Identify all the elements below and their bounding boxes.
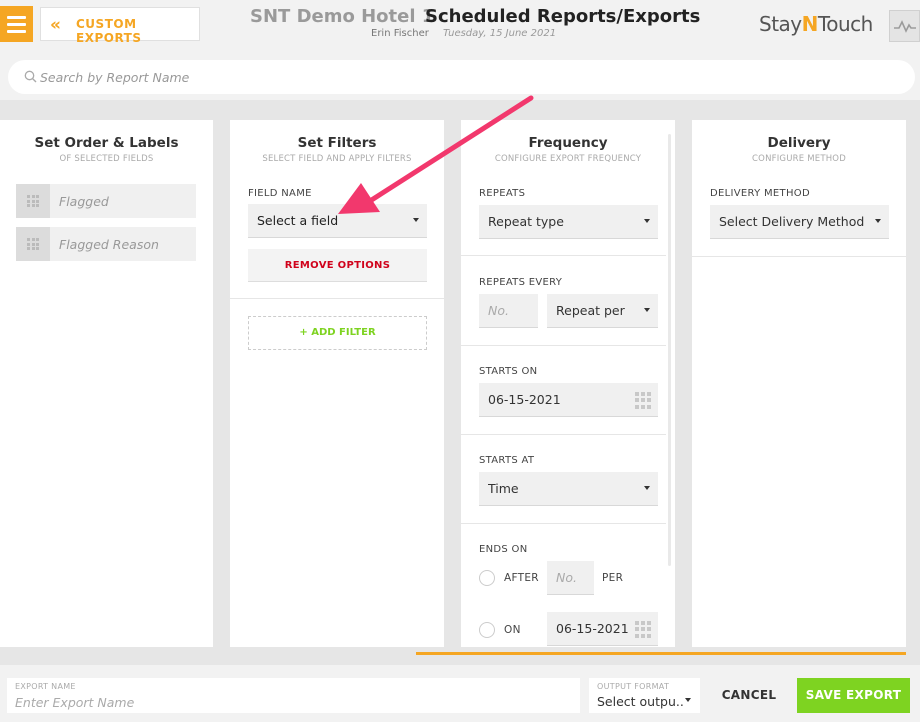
- drag-handle[interactable]: [16, 184, 50, 218]
- select-value: Select outpu..: [597, 694, 684, 709]
- search-box[interactable]: [8, 60, 915, 94]
- divider: [692, 256, 906, 257]
- caret-down-icon: [644, 486, 650, 490]
- divider: [461, 345, 666, 346]
- date-value: 06-15-2021: [488, 392, 561, 407]
- caret-down-icon: [875, 219, 881, 223]
- brand-logo-part: Touch: [817, 12, 873, 36]
- hotel-name: SNT Demo Hotel 1: [250, 6, 435, 27]
- save-export-button[interactable]: SAVE EXPORT: [797, 678, 910, 713]
- field-label: Flagged Reason: [59, 237, 159, 252]
- starts-at-label: STARTS AT: [479, 455, 535, 466]
- panel-subtitle: CONFIGURE EXPORT FREQUENCY: [494, 154, 642, 164]
- search-bar: [0, 52, 920, 100]
- input-placeholder: No.: [556, 570, 577, 585]
- per-label: PER: [602, 572, 624, 584]
- order-labels-panel: Set Order & Labels OF SELECTED FIELDS Fl…: [0, 120, 213, 647]
- field-select[interactable]: Select a field: [248, 204, 427, 238]
- drag-handle[interactable]: [16, 227, 50, 261]
- caret-down-icon: [413, 218, 419, 222]
- footer-bar: EXPORT NAME OUTPUT FORMAT Select outpu..…: [0, 665, 920, 722]
- select-value: Time: [488, 481, 519, 496]
- caret-down-icon: [644, 219, 650, 223]
- ends-after-number-input[interactable]: No.: [547, 561, 594, 595]
- back-button-label: CUSTOM EXPORTS: [76, 17, 142, 45]
- double-chevron-left-icon: «: [50, 15, 61, 35]
- page-title: Scheduled Reports/Exports: [425, 6, 701, 27]
- repeats-every-number-input[interactable]: No.: [479, 294, 538, 328]
- starts-on-label: STARTS ON: [479, 366, 538, 377]
- field-label: Flagged: [59, 194, 109, 209]
- panel-scrollbar[interactable]: [668, 134, 671, 566]
- divider: [230, 298, 444, 299]
- top-header: « CUSTOM EXPORTS SNT Demo Hotel 1 Schedu…: [0, 0, 920, 52]
- ends-on-date-input[interactable]: 06-15-2021: [547, 612, 658, 646]
- select-value: Select Delivery Method: [719, 214, 865, 229]
- selected-field-item[interactable]: Flagged Reason: [16, 227, 196, 261]
- ends-on-label: ENDS ON: [479, 544, 528, 555]
- brand-logo: StayNTouch: [759, 12, 873, 36]
- search-icon: [24, 70, 37, 83]
- field-name-label: FIELD NAME: [248, 188, 312, 199]
- select-value: Repeat type: [488, 214, 564, 229]
- repeat-per-select[interactable]: Repeat per: [547, 294, 658, 328]
- activity-pulse-icon[interactable]: [889, 10, 920, 42]
- caret-down-icon: [685, 698, 691, 702]
- starts-on-date-input[interactable]: 06-15-2021: [479, 383, 658, 417]
- on-label: ON: [504, 624, 521, 636]
- panel-title: Set Filters: [297, 135, 377, 151]
- divider: [461, 434, 666, 435]
- frequency-panel: Frequency CONFIGURE EXPORT FREQUENCY REP…: [461, 120, 675, 647]
- output-format-label: OUTPUT FORMAT: [597, 682, 670, 691]
- brand-logo-part: Stay: [759, 12, 802, 36]
- drag-grip-icon: [27, 195, 39, 207]
- remove-options-button[interactable]: REMOVE OPTIONS: [248, 249, 427, 282]
- caret-down-icon: [644, 308, 650, 312]
- search-input[interactable]: [40, 67, 880, 87]
- calendar-icon[interactable]: [635, 621, 652, 638]
- custom-exports-back-button[interactable]: « CUSTOM EXPORTS: [40, 7, 200, 45]
- delivery-method-select[interactable]: Select Delivery Method: [710, 205, 889, 239]
- divider: [461, 255, 666, 256]
- starts-at-time-select[interactable]: Time: [479, 472, 658, 506]
- filters-panel: Set Filters SELECT FIELD AND APPLY FILTE…: [230, 120, 444, 647]
- export-name-field[interactable]: EXPORT NAME: [7, 678, 580, 713]
- repeats-every-label: REPEATS EVERY: [479, 277, 563, 288]
- ends-on-radio[interactable]: [479, 622, 495, 638]
- selected-field-item[interactable]: Flagged: [16, 184, 196, 218]
- delivery-panel: Delivery CONFIGURE METHOD DELIVERY METHO…: [692, 120, 906, 647]
- select-value: Select a field: [257, 213, 339, 228]
- divider: [461, 523, 666, 524]
- progress-line: [416, 652, 906, 655]
- ends-after-radio[interactable]: [479, 570, 495, 586]
- export-name-label: EXPORT NAME: [15, 682, 76, 691]
- panel-subtitle: SELECT FIELD AND APPLY FILTERS: [262, 154, 412, 164]
- input-placeholder: No.: [488, 303, 509, 318]
- after-label: AFTER: [504, 572, 539, 584]
- panel-subtitle: CONFIGURE METHOD: [752, 154, 846, 164]
- calendar-icon[interactable]: [635, 392, 652, 409]
- add-filter-button[interactable]: + ADD FILTER: [248, 316, 427, 350]
- panel-title: Frequency: [528, 135, 608, 151]
- panel-title: Delivery: [767, 135, 831, 151]
- delivery-method-label: DELIVERY METHOD: [710, 188, 810, 199]
- brand-logo-accent: N: [801, 12, 819, 36]
- hamburger-icon[interactable]: [0, 6, 33, 42]
- repeat-type-select[interactable]: Repeat type: [479, 205, 658, 239]
- date-value: 06-15-2021: [556, 621, 629, 636]
- repeats-label: REPEATS: [479, 188, 526, 199]
- output-format-select[interactable]: OUTPUT FORMAT Select outpu..: [589, 678, 700, 713]
- business-date: Tuesday, 15 June 2021: [443, 28, 557, 39]
- cancel-button[interactable]: CANCEL: [712, 678, 786, 713]
- panel-subtitle: OF SELECTED FIELDS: [59, 154, 154, 164]
- select-value: Repeat per: [556, 303, 625, 318]
- export-name-input[interactable]: [15, 693, 565, 711]
- user-name: Erin Fischer: [371, 28, 429, 39]
- panel-title: Set Order & Labels: [34, 135, 179, 151]
- drag-grip-icon: [27, 238, 39, 250]
